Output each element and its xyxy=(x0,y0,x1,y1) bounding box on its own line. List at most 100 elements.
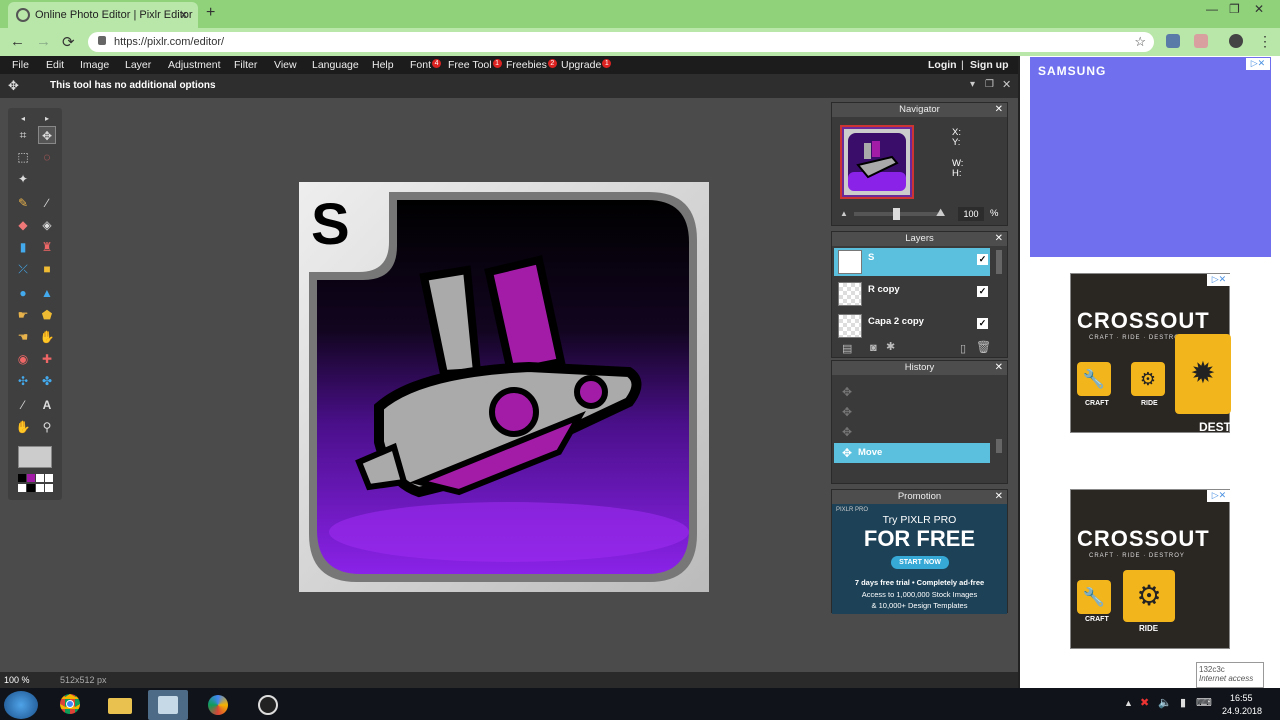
file-explorer-icon[interactable] xyxy=(100,690,140,720)
ad-choices-icon[interactable]: ▷✕ xyxy=(1207,490,1231,502)
sharpen-tool-icon[interactable]: ▲ xyxy=(38,284,56,302)
menu-help[interactable]: Help xyxy=(372,59,394,71)
clock-date[interactable]: 24.9.2018 xyxy=(1222,706,1262,716)
tray-expand-icon[interactable]: ▲ xyxy=(1124,698,1133,708)
new-layer-icon[interactable]: ▯ xyxy=(960,342,966,355)
restore-icon[interactable]: ❐ xyxy=(985,79,994,90)
menu-kebab-icon[interactable]: ⋮ xyxy=(1258,33,1272,50)
forward-button[interactable]: → xyxy=(36,33,51,50)
address-bar[interactable]: https://pixlr.com/editor/ ☆ xyxy=(88,32,1154,52)
sponge-tool-icon[interactable]: ⬟ xyxy=(38,306,56,324)
pixlr-taskbar-icon[interactable] xyxy=(148,690,188,720)
zoom-in-icon[interactable]: ⛰ xyxy=(936,207,945,220)
extension-icon[interactable] xyxy=(1166,34,1180,48)
start-button-icon[interactable] xyxy=(4,691,38,719)
url-text[interactable]: https://pixlr.com/editor/ xyxy=(114,36,224,48)
paint-bucket-icon[interactable]: ◈ xyxy=(38,216,56,234)
extension-icon[interactable] xyxy=(1194,34,1208,48)
history-step-icon[interactable]: ✥ xyxy=(842,405,852,419)
pencil-tool-icon[interactable]: ✎ xyxy=(14,194,32,212)
login-link[interactable]: Login xyxy=(928,59,957,71)
history-step-icon[interactable]: ✥ xyxy=(842,425,852,439)
history-item[interactable]: ✥ Move xyxy=(834,443,990,463)
gradient-tool-icon[interactable]: ▮ xyxy=(14,238,32,256)
crossout-ad[interactable]: ▷✕ CROSSOUT CRAFT · RIDE · DESTROY 🔧 ⚙ C… xyxy=(1070,489,1231,649)
close-icon[interactable]: ✕ xyxy=(995,232,1003,246)
wand-tool-icon[interactable]: ✦ xyxy=(14,170,32,188)
swatch[interactable] xyxy=(36,484,44,492)
menu-free-tool[interactable]: Free Tool 1 xyxy=(448,59,502,71)
layer-visibility-checkbox[interactable]: ✓ xyxy=(977,286,988,297)
signup-link[interactable]: Sign up xyxy=(970,59,1009,71)
close-icon[interactable]: ✕ xyxy=(995,361,1003,375)
layer-row[interactable]: Capa 2 copy ✓ xyxy=(834,312,990,340)
clone-stamp-icon[interactable]: ♜ xyxy=(38,238,56,256)
trash-icon[interactable]: 🗑 xyxy=(976,340,991,354)
tray-security-icon[interactable]: ✖ xyxy=(1140,696,1149,709)
foreground-swatch[interactable] xyxy=(18,474,26,482)
close-window-button[interactable]: ✕ xyxy=(1254,2,1264,16)
start-now-button[interactable]: START NOW xyxy=(891,556,949,569)
menu-upgrade[interactable]: Upgrade 1 xyxy=(561,59,612,71)
color-picker-icon[interactable]: ⁄ xyxy=(14,396,32,414)
samsung-ad[interactable]: SAMSUNG ▷✕ xyxy=(1030,57,1271,257)
minimize-button[interactable]: — xyxy=(1206,2,1218,16)
blur-tool-icon[interactable]: ● xyxy=(14,284,32,302)
history-scrollbar[interactable] xyxy=(996,439,1002,453)
zoom-out-icon[interactable]: ▲ xyxy=(840,209,848,218)
close-icon[interactable]: ✕ xyxy=(995,490,1003,504)
ad-choices-icon[interactable]: ▷✕ xyxy=(1207,274,1231,286)
back-button[interactable]: ← xyxy=(10,33,25,50)
navigator-thumbnail[interactable] xyxy=(840,125,914,199)
background-swatch[interactable] xyxy=(45,474,53,482)
menu-adjustment[interactable]: Adjustment xyxy=(168,59,221,71)
image-canvas[interactable]: S xyxy=(299,182,709,592)
swatch[interactable] xyxy=(36,474,44,482)
tray-network-icon[interactable]: ▮ xyxy=(1180,696,1186,709)
layer-row[interactable]: S ✓ xyxy=(834,248,990,276)
menu-image[interactable]: Image xyxy=(80,59,109,71)
menu-edit[interactable]: Edit xyxy=(46,59,64,71)
tray-volume-icon[interactable]: 🔈 xyxy=(1158,696,1172,709)
menu-freebies[interactable]: Freebies 2 xyxy=(506,59,557,71)
reload-button[interactable]: ⟳ xyxy=(62,33,75,51)
zoom-slider[interactable] xyxy=(854,208,938,220)
new-tab-button[interactable]: + xyxy=(206,4,215,22)
tray-language-icon[interactable]: ⌨ xyxy=(1196,696,1212,709)
ad-choices-icon[interactable]: ▷✕ xyxy=(1246,58,1270,70)
move-tool-icon[interactable]: ✥ xyxy=(38,126,56,144)
zoom-slider-thumb[interactable] xyxy=(893,208,900,220)
collapse-icon[interactable]: ▾ xyxy=(970,79,975,90)
spot-heal-icon[interactable]: ✚ xyxy=(38,350,56,368)
swatch[interactable] xyxy=(27,474,35,482)
tab-close-icon[interactable]: × xyxy=(180,7,188,22)
close-icon[interactable]: ✕ xyxy=(995,103,1003,117)
history-step-icon[interactable]: ✥ xyxy=(842,385,852,399)
swatch[interactable] xyxy=(27,484,35,492)
layer-row[interactable]: R copy ✓ xyxy=(834,280,990,308)
menu-view[interactable]: View xyxy=(274,59,297,71)
swatch[interactable] xyxy=(45,484,53,492)
clock-time[interactable]: 16:55 xyxy=(1230,693,1253,703)
menu-language[interactable]: Language xyxy=(312,59,359,71)
menu-font[interactable]: Font 4 xyxy=(410,59,442,71)
dodge-tool-icon[interactable]: ☚ xyxy=(14,328,32,346)
bookmark-star-icon[interactable]: ☆ xyxy=(1134,34,1146,50)
maximize-button[interactable]: ❐ xyxy=(1229,2,1240,16)
menu-layer[interactable]: Layer xyxy=(125,59,151,71)
swatch[interactable] xyxy=(18,484,26,492)
layers-scrollbar[interactable] xyxy=(996,250,1002,274)
profile-avatar-icon[interactable] xyxy=(1229,34,1243,48)
zoom-tool-icon[interactable]: ⚲ xyxy=(38,418,56,436)
brush-tool-icon[interactable]: ∕ xyxy=(38,194,56,212)
zoom-input[interactable]: 100 xyxy=(958,207,984,221)
crossout-ad[interactable]: ▷✕ CROSSOUT CRAFT · RIDE · DESTROY 🔧 ⚙ ✹… xyxy=(1070,273,1234,434)
chrome-taskbar-icon[interactable] xyxy=(50,690,90,720)
marquee-tool-icon[interactable]: ⬚ xyxy=(14,148,32,166)
hand-tool-icon[interactable]: ✋ xyxy=(14,418,32,436)
paint-app-icon[interactable] xyxy=(198,690,238,720)
burn-tool-icon[interactable]: ✋ xyxy=(38,328,56,346)
browser-tab[interactable]: Online Photo Editor | Pixlr Editor × xyxy=(8,2,198,28)
color-swatch[interactable] xyxy=(18,446,52,468)
lasso-tool-icon[interactable]: ◌ xyxy=(38,148,56,166)
